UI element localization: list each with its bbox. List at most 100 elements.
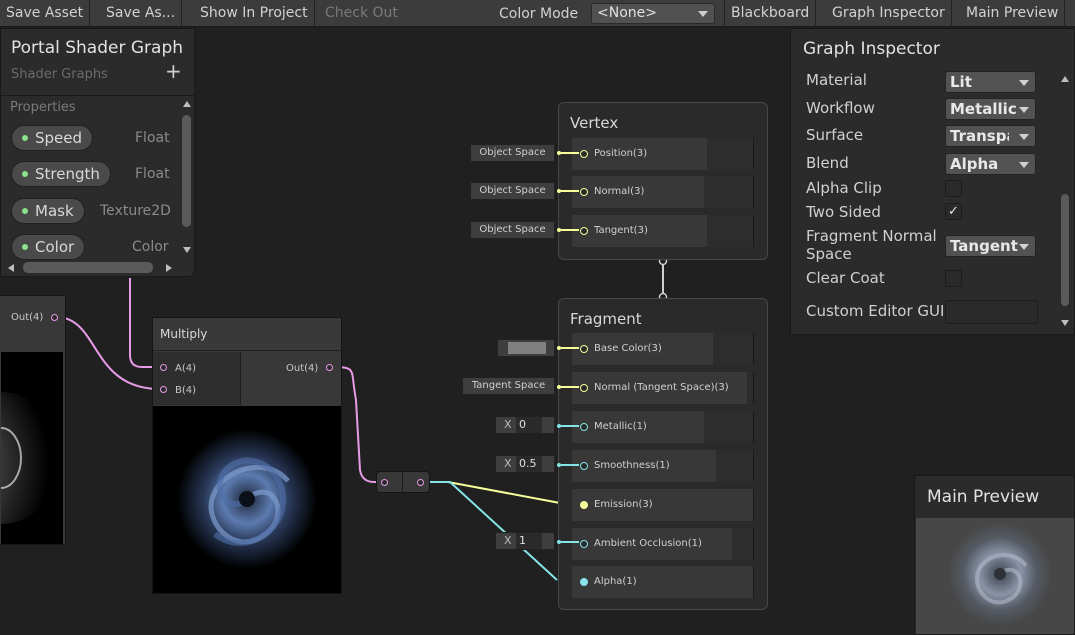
show-in-project-button[interactable]: Show In Project <box>194 0 315 27</box>
left-node-out-port[interactable] <box>51 314 58 321</box>
fragment-block-ambient-occlusion[interactable]: Ambient Occlusion(1) <box>572 528 754 560</box>
metallic-field[interactable]: X 0 <box>495 416 555 434</box>
normal-port[interactable] <box>580 188 588 196</box>
blackboard-panel[interactable]: Portal Shader Graph Shader Graphs + Prop… <box>0 28 195 277</box>
normal-tangent-space-field[interactable]: Tangent Space <box>462 377 555 395</box>
scroll-right-icon[interactable] <box>166 264 172 272</box>
vertex-block-normal[interactable]: Normal(3) <box>572 176 754 208</box>
left-partial-node[interactable]: Out(4) <box>0 295 66 545</box>
properties-section-header[interactable]: Properties <box>10 100 76 115</box>
save-as-button[interactable]: Save As... <box>100 0 183 27</box>
multiply-a-port[interactable] <box>160 364 167 371</box>
property-mask[interactable]: Mask <box>11 198 85 224</box>
chevron-down-icon <box>1019 134 1029 140</box>
clear-coat-label: Clear Coat <box>806 269 885 287</box>
metallic-label: Metallic(1) <box>594 421 647 432</box>
inspector-scrollbar[interactable] <box>1059 74 1071 330</box>
two-sided-label: Two Sided <box>806 203 881 221</box>
graph-inspector-panel[interactable]: Graph Inspector Material Lit Workflow Me… <box>790 28 1075 335</box>
two-sided-checkbox[interactable]: ✓ <box>945 203 962 220</box>
position-space-field[interactable]: Object Space <box>470 144 555 162</box>
emission-port[interactable] <box>580 501 588 509</box>
add-property-button[interactable]: + <box>165 59 182 83</box>
main-preview-toggle[interactable]: Main Preview <box>960 0 1066 27</box>
emission-label: Emission(3) <box>594 499 653 510</box>
property-color[interactable]: Color <box>11 234 86 260</box>
multiply-out-label: Out(4) <box>286 363 319 374</box>
position-port[interactable] <box>580 150 588 158</box>
left-node-preview-image <box>1 352 63 544</box>
scroll-up-icon[interactable] <box>1061 76 1069 82</box>
multiply-node[interactable]: Multiply A(4) B(4) Out(4) <box>152 317 342 594</box>
save-asset-button[interactable]: Save Asset <box>0 0 91 27</box>
smoothness-value[interactable]: 0.5 <box>516 456 542 472</box>
vertex-block-position[interactable]: Position(3) <box>572 138 754 170</box>
metallic-value[interactable]: 0 <box>516 417 542 433</box>
left-node-preview <box>1 352 63 544</box>
redirect-out-port[interactable] <box>417 479 424 486</box>
fragment-block-metallic[interactable]: Metallic(1) <box>572 411 754 443</box>
blackboard-title: Portal Shader Graph <box>11 38 184 58</box>
graph-inspector-title: Graph Inspector <box>803 39 940 59</box>
surface-dropdown[interactable]: Transparent <box>945 125 1036 147</box>
alpha-port[interactable] <box>580 578 588 586</box>
ambient-occlusion-value[interactable]: 1 <box>516 533 542 549</box>
main-preview-title: Main Preview <box>927 487 1040 507</box>
workflow-dropdown[interactable]: Metallic <box>945 98 1036 120</box>
main-preview-panel[interactable]: Main Preview <box>914 475 1075 635</box>
multiply-out-port[interactable] <box>326 364 333 371</box>
base-color-swatch-field[interactable] <box>497 339 555 357</box>
smoothness-port[interactable] <box>580 462 588 470</box>
material-dropdown[interactable]: Lit <box>945 71 1036 93</box>
fragment-block-normal[interactable]: Normal (Tangent Space)(3) <box>572 372 754 404</box>
blackboard-horizontal-scrollbar[interactable] <box>23 262 153 273</box>
property-strength-type: Float <box>135 166 170 182</box>
property-mask-type: Texture2D <box>100 203 171 219</box>
tangent-port[interactable] <box>580 227 588 235</box>
clear-coat-checkbox[interactable] <box>945 270 962 287</box>
fragment-block-emission[interactable]: Emission(3) <box>572 489 754 521</box>
multiply-inputs-panel <box>153 352 241 405</box>
fragment-normal-space-dropdown[interactable]: Tangent <box>945 235 1036 257</box>
check-out-button[interactable]: Check Out <box>319 0 404 27</box>
blackboard-toggle[interactable]: Blackboard <box>724 0 817 27</box>
property-speed[interactable]: Speed <box>11 125 94 151</box>
main-preview-viewport[interactable] <box>916 518 1074 634</box>
color-mode-dropdown[interactable]: <None> <box>591 3 715 24</box>
chevron-down-icon <box>1019 162 1029 168</box>
fragment-normal-port[interactable] <box>580 384 588 392</box>
redirect-divider <box>402 472 403 492</box>
smoothness-field[interactable]: X 0.5 <box>495 455 555 473</box>
scroll-left-icon[interactable] <box>8 264 14 272</box>
wire-redirect-to-emission <box>420 481 561 504</box>
fragment-block-base-color[interactable]: Base Color(3) <box>572 333 754 365</box>
scroll-down-icon[interactable] <box>183 247 191 253</box>
custom-editor-gui-field[interactable] <box>945 300 1038 324</box>
scroll-up-icon[interactable] <box>183 101 191 107</box>
ambient-occlusion-port[interactable] <box>580 540 588 548</box>
vertex-block-tangent[interactable]: Tangent(3) <box>572 215 754 247</box>
normal-space-field[interactable]: Object Space <box>470 182 555 200</box>
wire-redirect-to-alpha <box>430 481 558 581</box>
ambient-occlusion-field[interactable]: X 1 <box>495 532 555 550</box>
surface-label: Surface <box>806 126 864 144</box>
fragment-normal-space-label: Fragment Normal Space <box>806 227 937 263</box>
shader-graph-window: Out(4) Multiply A(4) B(4) Out(4) Vertex … <box>0 0 1075 635</box>
metallic-port[interactable] <box>580 423 588 431</box>
property-strength[interactable]: Strength <box>11 161 111 187</box>
tangent-space-field[interactable]: Object Space <box>470 221 555 239</box>
chevron-down-icon <box>698 11 708 17</box>
fragment-block-alpha[interactable]: Alpha(1) <box>572 566 754 598</box>
material-label: Material <box>806 71 867 89</box>
alpha-clip-checkbox[interactable] <box>945 180 962 197</box>
fragment-block-smoothness[interactable]: Smoothness(1) <box>572 450 754 482</box>
multiply-b-port[interactable] <box>160 386 167 393</box>
redirect-node[interactable] <box>376 471 430 493</box>
scroll-down-icon[interactable] <box>1061 320 1069 326</box>
blackboard-vertical-scrollbar[interactable] <box>181 101 192 253</box>
ambient-occlusion-x-label: X <box>504 534 512 547</box>
blend-dropdown[interactable]: Alpha <box>945 153 1036 175</box>
redirect-in-port[interactable] <box>381 479 388 486</box>
base-color-port[interactable] <box>580 345 588 353</box>
graph-inspector-toggle[interactable]: Graph Inspector <box>826 0 952 27</box>
